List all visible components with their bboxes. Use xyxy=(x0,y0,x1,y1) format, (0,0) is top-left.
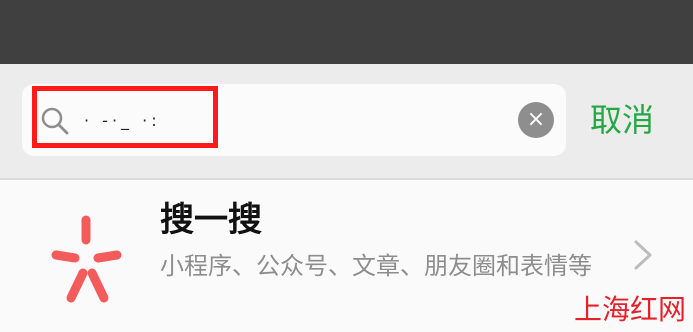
search-box[interactable]: · -·_ ·: × xyxy=(22,84,566,156)
status-bar xyxy=(0,0,693,64)
search-icon xyxy=(41,107,69,135)
chevron-right-icon xyxy=(634,240,652,270)
search-input[interactable]: · -·_ ·: xyxy=(84,106,161,136)
watermark: 上海红网 xyxy=(574,293,687,326)
clear-icon[interactable]: × xyxy=(518,102,554,138)
sparkle-icon xyxy=(51,215,122,303)
cancel-button[interactable]: 取消 xyxy=(590,98,654,142)
search-header: · -·_ ·: × 取消 xyxy=(0,64,693,178)
result-subtitle: 小程序、公众号、文章、朋友圈和表情等 xyxy=(160,252,592,280)
result-title: 搜一搜 xyxy=(160,200,262,240)
